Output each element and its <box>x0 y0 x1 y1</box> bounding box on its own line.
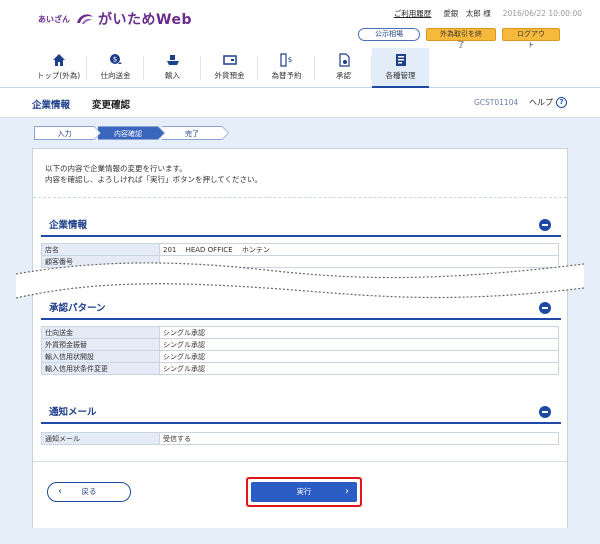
table-row: 輸入信用状開設 シングル承認 <box>41 350 559 363</box>
company-section-title: 企業情報 <box>49 220 88 231</box>
row-label: 仕向送金 <box>41 326 160 339</box>
approval-table: 仕向送金 シングル承認 外貨預金振替 シングル承認 輸入信用状開設 シングル承認 輸入… <box>41 326 559 375</box>
row-value: シングル承認 <box>159 362 559 375</box>
section-title: 企業情報 <box>32 100 71 111</box>
help-label: ヘルプ <box>529 98 553 107</box>
nav-label: 各種管理 <box>385 71 416 80</box>
end-fx-button[interactable]: 外為取引を終了 <box>426 28 496 49</box>
section-rule <box>41 235 561 237</box>
nav-approval[interactable]: 承認 <box>315 48 372 88</box>
notify-section-title: 通知メール <box>49 407 97 418</box>
chevron-left-icon: ‹ <box>58 486 62 497</box>
row-value: シングル承認 <box>159 350 559 363</box>
section-rule <box>41 422 561 424</box>
import-ship-icon <box>166 55 179 65</box>
brand-swirl-icon <box>77 14 93 24</box>
back-button[interactable]: ‹ 戻る <box>47 482 131 502</box>
progress-steps: 入力 内容確認 完了 <box>34 126 229 140</box>
svg-text:$: $ <box>112 56 116 64</box>
help-icon: ? <box>556 97 567 108</box>
page-titlebar: 企業情報 変更確認 GCST01104 ヘルプ ? <box>0 88 600 118</box>
app-header: あいざん がいためWeb ご利用履歴 愛銀 太郎 様 2016/06/22 10… <box>0 0 600 89</box>
nav-label: 承認 <box>336 71 351 80</box>
row-value: 受信する <box>159 432 559 445</box>
nav-import[interactable]: 輸入 <box>144 48 201 88</box>
screen-id: GCST01104 <box>474 98 519 107</box>
table-row: 外貨預金振替 シングル承認 <box>41 338 559 351</box>
row-label: 店名 <box>41 243 160 256</box>
nav-label: トップ(外為) <box>36 71 81 80</box>
step-confirm: 内容確認 <box>98 126 165 140</box>
home-icon <box>52 54 65 66</box>
svg-text:$: $ <box>287 56 291 64</box>
nav-label: 外貨預金 <box>214 71 245 80</box>
row-label: 輸入信用状条件変更 <box>41 362 160 375</box>
login-datetime: 2016/06/22 10:00:00 <box>502 9 582 18</box>
step-input: 入力 <box>34 126 101 140</box>
execute-highlight: 実行 › <box>246 477 362 507</box>
nav-management[interactable]: 各種管理 <box>372 48 429 89</box>
nav-top[interactable]: トップ(外為) <box>30 48 87 88</box>
execute-button[interactable]: 実行 › <box>251 482 357 502</box>
section-rule <box>41 318 561 320</box>
table-row: 輸入信用状条件変更 シングル承認 <box>41 362 559 375</box>
page-title: 変更確認 <box>92 100 131 111</box>
logout-button[interactable]: ログアウト <box>502 28 560 49</box>
table-row: 仕向送金 シングル承認 <box>41 326 559 339</box>
approval-icon <box>338 53 350 67</box>
notify-table: 通知メール 受信する <box>41 432 559 445</box>
content-omitted-wave <box>16 262 584 299</box>
company-collapse-icon[interactable] <box>539 219 551 231</box>
nav-deposit[interactable]: 外貨預金 <box>201 48 258 88</box>
intro-text: 以下の内容で企業情報の変更を行います。 内容を確認し、よろしければ「実行」ボタン… <box>45 164 263 184</box>
header-links: ご利用履歴 愛銀 太郎 様 2016/06/22 10:00:00 <box>394 8 582 19</box>
global-nav: トップ(外為) $ 仕向送金 輸入 外貨預金 $ 為替予約 承認 各種管理 <box>30 48 429 89</box>
main-panel: 以下の内容で企業情報の変更を行います。 内容を確認し、よろしければ「実行」ボタン… <box>32 148 568 528</box>
user-name: 愛銀 太郎 様 <box>443 9 491 18</box>
notify-collapse-icon[interactable] <box>539 406 551 418</box>
logo[interactable]: あいざん がいためWeb <box>38 9 192 29</box>
nav-label: 仕向送金 <box>100 71 131 80</box>
row-value: シングル承認 <box>159 326 559 339</box>
nav-label: 輸入 <box>165 71 180 80</box>
approval-collapse-icon[interactable] <box>539 302 551 314</box>
management-icon <box>395 54 406 66</box>
header-buttons: 公示相場 外為取引を終了 ログアウト <box>358 28 560 49</box>
deposit-icon <box>222 55 237 65</box>
remittance-icon: $ <box>109 54 122 64</box>
rates-button[interactable]: 公示相場 <box>358 28 420 41</box>
row-label: 外貨預金振替 <box>41 338 160 351</box>
table-row: 店名 201 HEAD OFFICE ホンテン <box>41 243 559 256</box>
table-row: 通知メール 受信する <box>41 432 559 445</box>
fx-contract-icon: $ <box>279 53 292 67</box>
divider <box>33 197 567 198</box>
history-link[interactable]: ご利用履歴 <box>394 8 432 19</box>
brand-name: がいためWeb <box>98 12 192 28</box>
step-complete: 完了 <box>162 126 229 140</box>
row-label: 輸入信用状開設 <box>41 350 160 363</box>
nav-label: 為替予約 <box>271 71 302 80</box>
nav-fx-contract[interactable]: $ 為替予約 <box>258 48 315 88</box>
row-value: 201 HEAD OFFICE ホンテン <box>159 243 559 256</box>
chevron-right-icon: › <box>345 486 349 497</box>
help-link[interactable]: ヘルプ ? <box>529 97 567 108</box>
row-value: シングル承認 <box>159 338 559 351</box>
row-label: 通知メール <box>41 432 160 445</box>
nav-remittance[interactable]: $ 仕向送金 <box>87 48 144 88</box>
brand-prefix: あいざん <box>38 14 70 24</box>
approval-section-title: 承認パターン <box>49 303 106 314</box>
